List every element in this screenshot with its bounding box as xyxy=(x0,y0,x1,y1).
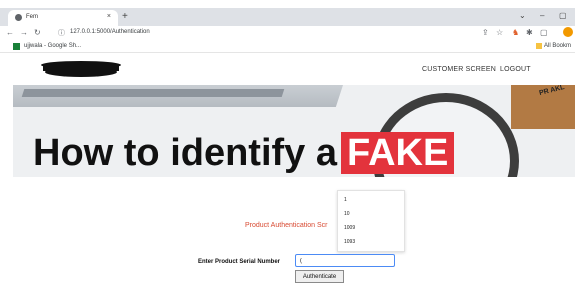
hero-banner: PR AKL How to identify a FAKE xyxy=(13,85,575,177)
autocomplete-option[interactable]: 1 xyxy=(344,197,347,203)
logout-link[interactable]: LOGOUT xyxy=(500,66,531,73)
headline-text: How to identify a xyxy=(33,132,337,174)
browser-tab[interactable]: Fem × xyxy=(8,10,118,26)
maximize-icon[interactable]: ▢ xyxy=(559,11,567,20)
serial-number-input[interactable] xyxy=(295,254,395,267)
customer-screen-link[interactable]: CUSTOMER SCREEN xyxy=(422,66,496,73)
laptop-keyboard-graphic xyxy=(21,89,285,97)
bookmarks-bar: ujjwala - Google Sh... All Bookm xyxy=(0,40,575,53)
globe-icon xyxy=(15,14,22,21)
share-icon[interactable]: ⇪ xyxy=(482,28,489,37)
app-navbar: CUSTOMER SCREEN LOGOUT xyxy=(13,53,575,85)
folder-icon xyxy=(536,43,542,49)
puzzle-icon[interactable]: ✱ xyxy=(526,28,533,37)
bookmark-item[interactable]: ujjwala - Google Sh... xyxy=(24,43,81,49)
star-icon[interactable]: ☆ xyxy=(496,28,503,37)
sheets-icon xyxy=(13,43,20,50)
address-bar[interactable]: ⓘ 127.0.0.1:5000/Authentication xyxy=(58,28,448,38)
serial-number-label: Enter Product Serial Number xyxy=(198,259,281,265)
extension-icon[interactable]: ♞ xyxy=(512,28,519,37)
minimize-icon[interactable]: – xyxy=(540,11,544,20)
browser-tab-bar: Fem × + ⌄ – ▢ xyxy=(0,8,575,26)
close-tab-icon[interactable]: × xyxy=(107,13,111,20)
site-info-icon[interactable]: ⓘ xyxy=(58,28,65,38)
sidebar-icon[interactable]: ▢ xyxy=(540,28,548,37)
fake-word: FAKE xyxy=(341,132,455,174)
back-arrow-icon[interactable]: ← xyxy=(6,28,14,37)
forward-arrow-icon[interactable]: → xyxy=(20,28,28,37)
all-bookmarks-link[interactable]: All Bookm xyxy=(544,43,571,49)
logo xyxy=(41,61,121,77)
reload-icon[interactable]: ↻ xyxy=(34,28,41,37)
authenticate-button[interactable]: Authenticate xyxy=(295,270,344,283)
browser-toolbar: ← → ↻ ⓘ 127.0.0.1:5000/Authentication ⇪ … xyxy=(0,26,575,40)
autocomplete-dropdown: 1 10 1009 1093 xyxy=(337,190,405,252)
autocomplete-option[interactable]: 1009 xyxy=(344,225,355,231)
banner-headline: How to identify a FAKE xyxy=(33,132,455,175)
page-title: Product Authentication Scr xyxy=(245,222,328,229)
new-tab-button[interactable]: + xyxy=(122,11,128,22)
autocomplete-option[interactable]: 10 xyxy=(344,211,350,217)
tab-search-icon[interactable]: ⌄ xyxy=(519,11,526,20)
profile-avatar[interactable] xyxy=(563,27,573,37)
url-text: 127.0.0.1:5000/Authentication xyxy=(70,29,150,35)
tab-title: Fem xyxy=(26,14,38,20)
autocomplete-option[interactable]: 1093 xyxy=(344,239,355,245)
